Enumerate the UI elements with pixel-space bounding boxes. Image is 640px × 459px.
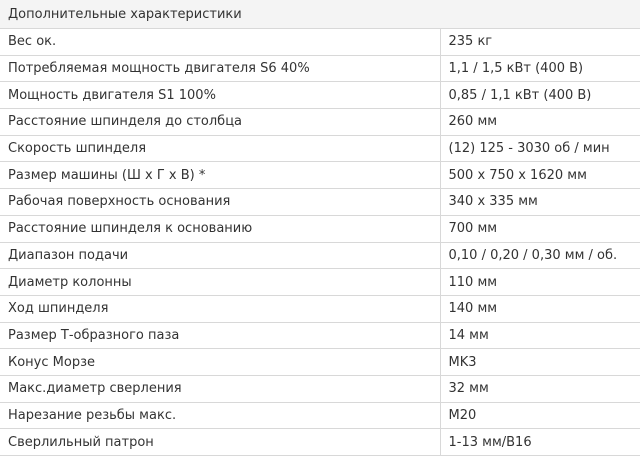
spec-value: 0,85 / 1,1 кВт (400 В) — [439, 81, 640, 110]
table-row: Макс.диаметр сверления 32 мм — [0, 374, 640, 403]
spec-value: 340 x 335 мм — [439, 188, 640, 216]
spec-label: Вес ок. — [0, 28, 441, 56]
table-row: Расстояние шпинделя до столбца 260 мм — [0, 108, 640, 136]
table-row: Сверлильный патрон 1-13 мм/B16 — [0, 428, 640, 456]
table-title: Дополнительные характеристики — [0, 0, 640, 29]
table-row: Расстояние шпинделя к основанию 700 мм — [0, 214, 640, 243]
spec-value: 500 х 750 х 1620 мм — [439, 161, 640, 190]
spec-value: 140 мм — [439, 294, 640, 323]
table-row: Диапазон подачи 0,10 / 0,20 / 0,30 мм / … — [0, 241, 640, 270]
spec-label: Расстояние шпинделя до столбца — [0, 108, 441, 136]
spec-value: 260 мм — [439, 108, 640, 136]
table-row: Нарезание резьбы макс. M20 — [0, 401, 640, 430]
spec-value: 1-13 мм/B16 — [439, 428, 640, 456]
table-row: Ход шпинделя 140 мм — [0, 294, 640, 323]
spec-label: Мощность двигателя S1 100% — [0, 81, 441, 110]
spec-value: (12) 125 - 3030 об / мин — [439, 134, 640, 163]
spec-label: Диапазон подачи — [0, 241, 441, 270]
spec-label: Нарезание резьбы макс. — [0, 401, 441, 430]
spec-value: 32 мм — [439, 374, 640, 403]
table-row: Потребляемая мощность двигателя S6 40% 1… — [0, 54, 640, 83]
spec-label: Размер Т-образного паза — [0, 321, 441, 350]
table-header-row: Дополнительные характеристики — [0, 0, 640, 29]
spec-label: Размер машины (Ш х Г х В) * — [0, 161, 441, 190]
spec-label: Сверлильный патрон — [0, 428, 441, 456]
spec-value: 0,10 / 0,20 / 0,30 мм / об. — [439, 241, 640, 270]
spec-label: Конус Морзе — [0, 348, 441, 376]
spec-label: Макс.диаметр сверления — [0, 374, 441, 403]
specs-table: Дополнительные характеристики Вес ок. 23… — [0, 0, 640, 456]
spec-value: 110 мм — [439, 268, 640, 296]
spec-value: M20 — [439, 401, 640, 430]
spec-value: 14 мм — [439, 321, 640, 350]
table-row: Мощность двигателя S1 100% 0,85 / 1,1 кВ… — [0, 81, 640, 110]
spec-label: Рабочая поверхность основания — [0, 188, 441, 216]
spec-label: Диаметр колонны — [0, 268, 441, 296]
spec-value: 700 мм — [439, 214, 640, 243]
table-row: Вес ок. 235 кг — [0, 28, 640, 56]
spec-value: 1,1 / 1,5 кВт (400 В) — [439, 54, 640, 83]
spec-label: Потребляемая мощность двигателя S6 40% — [0, 54, 441, 83]
table-row: Конус Морзе MK3 — [0, 348, 640, 376]
table-row: Размер машины (Ш х Г х В) * 500 х 750 х … — [0, 161, 640, 190]
spec-label: Скорость шпинделя — [0, 134, 441, 163]
table-row: Размер Т-образного паза 14 мм — [0, 321, 640, 350]
spec-label: Расстояние шпинделя к основанию — [0, 214, 441, 243]
table-row: Диаметр колонны 110 мм — [0, 268, 640, 296]
spec-value: 235 кг — [439, 28, 640, 56]
table-row: Рабочая поверхность основания 340 x 335 … — [0, 188, 640, 216]
table-row: Скорость шпинделя (12) 125 - 3030 об / м… — [0, 134, 640, 163]
spec-label: Ход шпинделя — [0, 294, 441, 323]
spec-value: MK3 — [439, 348, 640, 376]
table-body: Вес ок. 235 кг Потребляемая мощность дви… — [0, 28, 640, 456]
